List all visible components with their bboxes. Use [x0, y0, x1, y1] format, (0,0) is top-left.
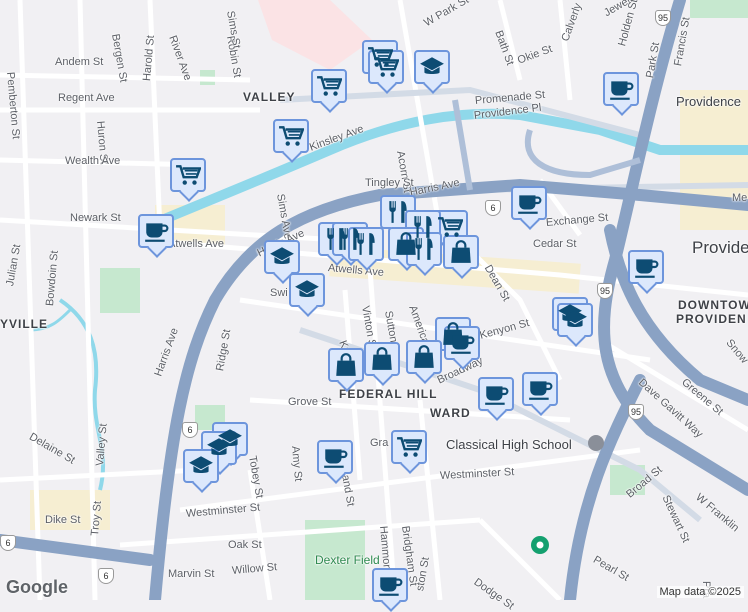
- google-logo: Google: [6, 577, 68, 597]
- graduation-cap-icon: [188, 453, 214, 479]
- shopping-marker[interactable]: [443, 235, 479, 269]
- city-label-providence: Providence: [692, 238, 748, 257]
- graduation-cap-icon: [269, 244, 295, 270]
- shopping-marker[interactable]: [364, 342, 400, 376]
- street-label: Cedar St: [533, 238, 577, 250]
- label-providence-top: Providence: [676, 94, 742, 109]
- neighborhood-ville: YVILLE: [0, 317, 49, 331]
- us-6-shield: 6: [182, 422, 198, 438]
- street-label: Dike St: [45, 514, 81, 526]
- fork-knife-icon: [411, 236, 437, 262]
- cart-icon: [278, 123, 304, 149]
- street-label: Wealth Ave: [65, 155, 121, 167]
- neighborhood-downtown: DOWNTOWN: [678, 298, 748, 312]
- grocery-marker[interactable]: [368, 50, 404, 84]
- neighborhood-ward: WARD: [430, 406, 471, 420]
- street-label: Me: [732, 192, 748, 204]
- neighborhood-federal-hill: FEDERAL HILL: [339, 387, 438, 401]
- us-6-shield: 6: [485, 200, 501, 216]
- fork-knife-icon: [353, 231, 379, 257]
- street-label: Gra: [370, 437, 389, 449]
- shopping-bag-icon: [333, 352, 359, 378]
- grocery-marker[interactable]: [273, 119, 309, 153]
- shopping-marker[interactable]: [406, 340, 442, 374]
- street-label: Newark St: [70, 212, 121, 224]
- cart-icon: [373, 54, 399, 80]
- coffee-cup-icon: [483, 381, 509, 407]
- coffee-cup-icon: [633, 254, 659, 280]
- interstate-95-shield: 95: [597, 283, 613, 299]
- cafe-marker[interactable]: [522, 372, 558, 406]
- street-label: Atwells Ave: [168, 238, 225, 250]
- street-label: Oak St: [228, 539, 262, 551]
- graduation-cap-icon: [562, 307, 588, 333]
- shopping-bag-icon: [411, 344, 437, 370]
- cafe-marker[interactable]: [478, 377, 514, 411]
- us-6-shield: 6: [98, 568, 114, 584]
- coffee-cup-icon: [143, 218, 169, 244]
- neighborhood-valley: VALLEY: [243, 90, 296, 104]
- interstate-95-shield: 95: [628, 404, 644, 420]
- coffee-cup-icon: [322, 444, 348, 470]
- grocery-marker[interactable]: [391, 430, 427, 464]
- school-marker[interactable]: [264, 240, 300, 274]
- school-marker[interactable]: [414, 50, 450, 84]
- poi-classical-high-school[interactable]: Classical High School: [446, 437, 572, 452]
- restaurant-marker[interactable]: [348, 227, 384, 261]
- cafe-marker[interactable]: [444, 326, 480, 360]
- street-label: Swi: [270, 287, 288, 299]
- us-6-shield: 6: [0, 535, 16, 551]
- shopping-bag-icon: [369, 346, 395, 372]
- coffee-cup-icon: [449, 330, 475, 356]
- cafe-marker[interactable]: [317, 440, 353, 474]
- cart-icon: [316, 73, 342, 99]
- shopping-marker[interactable]: [328, 348, 364, 382]
- graduation-cap-icon: [419, 54, 445, 80]
- school-marker[interactable]: [557, 303, 593, 337]
- cafe-marker[interactable]: [603, 72, 639, 106]
- cafe-marker[interactable]: [628, 250, 664, 284]
- coffee-cup-icon: [608, 76, 634, 102]
- street-label: Regent Ave: [58, 92, 115, 104]
- school-icon: [588, 435, 604, 451]
- street-label: Grove St: [288, 396, 332, 408]
- coffee-cup-icon: [527, 376, 553, 402]
- cafe-marker[interactable]: [372, 568, 408, 602]
- cafe-marker[interactable]: [138, 214, 174, 248]
- street-label: Andem St: [55, 56, 104, 68]
- restaurant-marker[interactable]: [406, 232, 442, 266]
- cafe-marker[interactable]: [511, 186, 547, 220]
- graduation-cap-icon: [294, 277, 320, 303]
- poi-dexter-field[interactable]: Dexter Field: [315, 553, 380, 567]
- coffee-cup-icon: [377, 572, 403, 598]
- grocery-marker[interactable]: [170, 158, 206, 192]
- cart-icon: [396, 434, 422, 460]
- street-label: Tingley St: [365, 177, 414, 189]
- coffee-cup-icon: [516, 190, 542, 216]
- cart-icon: [437, 214, 463, 240]
- map-attribution[interactable]: Map data ©2025: [656, 586, 744, 598]
- fork-knife-icon: [385, 199, 411, 225]
- interstate-95-shield: 95: [655, 10, 671, 26]
- school-marker[interactable]: [289, 273, 325, 307]
- grocery-marker[interactable]: [311, 69, 347, 103]
- street-label: Marvin St: [168, 568, 215, 580]
- neighborhood-providence-cut: PROVIDEN: [676, 312, 747, 326]
- shopping-bag-icon: [448, 239, 474, 265]
- school-marker[interactable]: [183, 449, 219, 483]
- cart-icon: [175, 162, 201, 188]
